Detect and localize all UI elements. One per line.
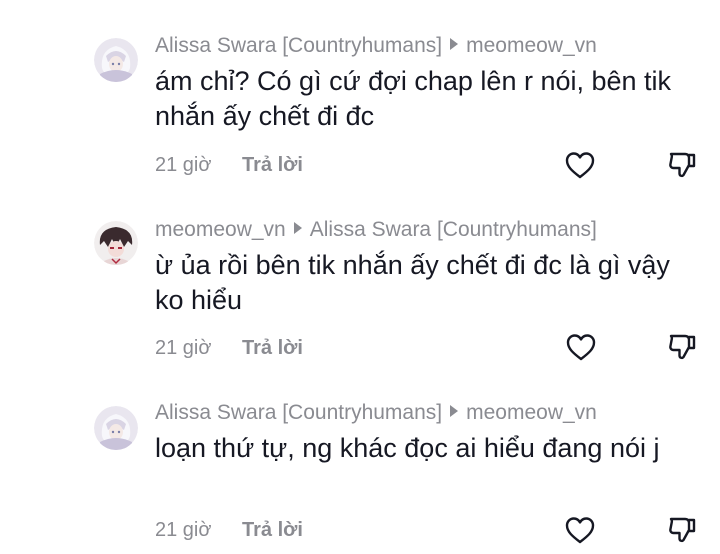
reply-to-user[interactable]: meomeow_vn: [466, 34, 597, 57]
comment-header: Alissa Swara [Countryhumans] meomeow_vn: [155, 400, 597, 426]
comment-item: Alissa Swara [Countryhumans] meomeow_vn l…: [0, 370, 720, 554]
comment-text: loạn thứ tự, ng khác đọc ai hiểu đang nó…: [155, 433, 660, 463]
reply-arrow-icon: [293, 222, 302, 234]
comment-item: Alissa Swara [Countryhumans] meomeow_vn á…: [0, 0, 720, 185]
comment-actions: 21 giờ Trả lời: [155, 152, 303, 178]
thumbs-down-icon[interactable]: [665, 330, 699, 364]
comment-item: meomeow_vn Alissa Swara [Countryhumans] ừ…: [0, 185, 720, 370]
thumbs-down-icon[interactable]: [665, 513, 699, 547]
heart-icon[interactable]: [563, 148, 597, 182]
heart-icon[interactable]: [563, 513, 597, 547]
comment-text: ừ ủa rồi bên tik nhắn ấy chết đi đc là g…: [155, 250, 670, 315]
reply-button[interactable]: Trả lời: [242, 519, 303, 541]
reply-arrow-icon: [450, 38, 459, 50]
heart-icon[interactable]: [564, 330, 598, 364]
comment-time: 21 giờ: [155, 519, 212, 541]
comment-header: Alissa Swara [Countryhumans] meomeow_vn: [155, 33, 597, 59]
comment-author[interactable]: Alissa Swara [Countryhumans]: [155, 34, 442, 57]
thumbs-down-icon[interactable]: [665, 148, 699, 182]
avatar[interactable]: [94, 406, 138, 450]
comment-author[interactable]: Alissa Swara [Countryhumans]: [155, 401, 442, 424]
reply-button[interactable]: Trả lời: [242, 154, 303, 176]
avatar[interactable]: [94, 38, 138, 82]
comment-text: ám chỉ? Có gì cứ đợi chap lên r nói, bên…: [155, 66, 672, 131]
reply-arrow-icon: [450, 405, 459, 417]
comment-time: 21 giờ: [155, 337, 212, 359]
reply-button[interactable]: Trả lời: [242, 337, 303, 359]
comment-time: 21 giờ: [155, 154, 212, 176]
comment-author[interactable]: meomeow_vn: [155, 218, 286, 241]
comment-actions: 21 giờ Trả lời: [155, 517, 303, 543]
comment-header: meomeow_vn Alissa Swara [Countryhumans]: [155, 217, 597, 243]
avatar[interactable]: [94, 221, 138, 265]
reply-to-user[interactable]: Alissa Swara [Countryhumans]: [310, 218, 597, 241]
reply-to-user[interactable]: meomeow_vn: [466, 401, 597, 424]
comment-actions: 21 giờ Trả lời: [155, 335, 303, 361]
